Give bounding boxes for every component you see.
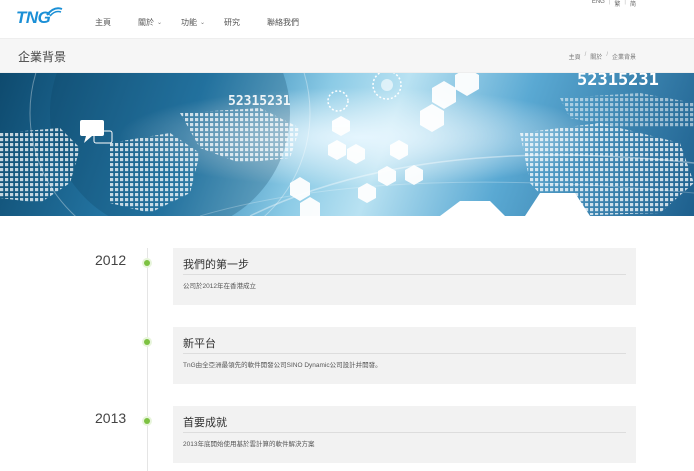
- timeline-card-body: TnG由全亞洲最領先的軟件開發公司SINO Dynamic公司設計并開發。: [183, 362, 382, 369]
- page-title: 企業背景: [18, 50, 67, 64]
- timeline-card-body: 2013年底開始使用基於雲計算的軟件解決方案: [183, 441, 315, 448]
- nav-item-features[interactable]: 功能 ⌄: [181, 15, 224, 29]
- timeline-card-body: 公司於2012年在香港成立: [183, 283, 256, 290]
- site-header: TNG 主頁 關於 ⌄ 功能 ⌄ 研究 聯絡我們 ENG | 繁 | 简: [0, 0, 694, 38]
- divider: |: [624, 0, 626, 5]
- nav-item-home[interactable]: 主頁: [95, 15, 138, 29]
- nav-label: 主頁: [95, 17, 111, 27]
- chevron-down-icon: ⌄: [200, 19, 206, 26]
- divider: [183, 274, 626, 275]
- timeline-dot: [144, 339, 150, 345]
- nav-label: 研究: [224, 17, 240, 27]
- tng-logo[interactable]: TNG: [16, 6, 63, 28]
- nav-label: 關於: [138, 17, 154, 27]
- lang-simplified[interactable]: 简: [630, 0, 636, 8]
- language-switcher: ENG | 繁 | 简: [592, 0, 636, 8]
- timeline-card: 我們的第一步 公司於2012年在香港成立: [173, 248, 636, 305]
- nav-item-research[interactable]: 研究: [224, 15, 267, 29]
- chevron-down-icon: ⌄: [157, 19, 163, 26]
- breadcrumb-current: 企業背景: [611, 55, 636, 61]
- timeline-card: 首要成就 2013年底開始使用基於雲計算的軟件解決方案: [173, 406, 636, 463]
- wifi-swoosh-icon: [46, 7, 63, 17]
- breadcrumb-separator: /: [584, 52, 587, 58]
- timeline-year: 2013: [95, 410, 127, 426]
- divider: [183, 432, 626, 433]
- breadcrumb: 主頁 / 關於 / 企業背景: [569, 52, 636, 61]
- hero-banner: 52315231 52315231: [0, 73, 694, 216]
- breadcrumb-separator: /: [606, 52, 608, 58]
- timeline-card-title: 我們的第一步: [183, 259, 249, 271]
- nav-item-about[interactable]: 關於 ⌄: [138, 15, 181, 29]
- banner-number-right: 52315231: [577, 73, 659, 90]
- banner-graphic: [0, 73, 694, 216]
- timeline-dot: [144, 260, 150, 266]
- page-title-bar: 企業背景 主頁 / 關於 / 企業背景: [0, 38, 694, 73]
- nav-label: 功能: [181, 17, 197, 27]
- breadcrumb-home[interactable]: 主頁: [569, 52, 581, 61]
- banner-number-left: 52315231: [228, 94, 291, 109]
- timeline-dot: [144, 418, 150, 424]
- timeline-line: [147, 248, 148, 471]
- timeline-year: 2012: [95, 252, 127, 268]
- lang-eng[interactable]: ENG: [592, 0, 605, 8]
- main-nav: 主頁 關於 ⌄ 功能 ⌄ 研究 聯絡我們: [95, 15, 317, 29]
- divider: [183, 353, 626, 354]
- lang-traditional[interactable]: 繁: [614, 0, 620, 8]
- timeline-card-title: 首要成就: [183, 417, 227, 429]
- nav-item-contact[interactable]: 聯絡我們: [267, 15, 317, 29]
- timeline-card: 新平台 TnG由全亞洲最領先的軟件開發公司SINO Dynamic公司設計并開發…: [173, 327, 636, 384]
- breadcrumb-about[interactable]: 關於: [590, 52, 602, 61]
- timeline-card-title: 新平台: [183, 338, 216, 350]
- nav-label: 聯絡我們: [267, 17, 299, 27]
- divider: |: [608, 0, 611, 5]
